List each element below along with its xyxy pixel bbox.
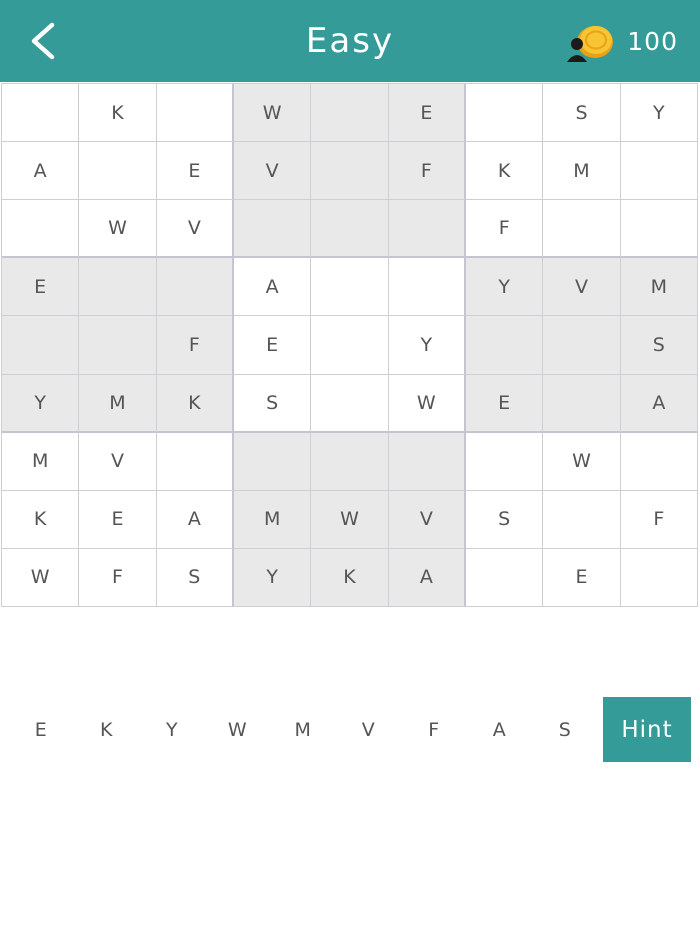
coin-stack-icon	[565, 18, 615, 64]
board-cell[interactable]	[311, 374, 389, 433]
board-cell[interactable]	[311, 200, 389, 259]
board-cell[interactable]: A	[2, 142, 80, 201]
board-cell[interactable]: K	[156, 374, 234, 433]
board-cell[interactable]: E	[234, 316, 312, 375]
board-cell[interactable]	[388, 200, 466, 259]
board-cell[interactable]	[311, 432, 389, 491]
board-cell[interactable]: K	[311, 548, 389, 607]
board-cell[interactable]: E	[388, 84, 466, 143]
board-cell[interactable]: V	[79, 432, 157, 491]
board-cell[interactable]: W	[79, 200, 157, 259]
board-cell[interactable]	[311, 316, 389, 375]
board-cell[interactable]: W	[2, 548, 80, 607]
board-cell[interactable]: E	[466, 374, 544, 433]
board-cell[interactable]: E	[2, 258, 80, 317]
board-cell[interactable]: Y	[234, 548, 312, 607]
board-cell[interactable]	[388, 258, 466, 317]
board-cell[interactable]: K	[466, 142, 544, 201]
board-cell[interactable]	[620, 142, 698, 201]
board-cell[interactable]	[79, 316, 157, 375]
letter-button[interactable]: F	[401, 697, 467, 762]
board-cell[interactable]: F	[466, 200, 544, 259]
hint-button[interactable]: Hint	[603, 697, 691, 762]
board-cell[interactable]	[2, 316, 80, 375]
board-cell[interactable]: V	[388, 490, 466, 549]
board-cell[interactable]	[234, 200, 312, 259]
puzzle-board: KWESYAEVFKMWVFEAYVMFEYSYMKSWEAMVWKEAMWVS…	[1, 83, 698, 607]
board-cell[interactable]	[156, 432, 234, 491]
board-cell[interactable]: S	[620, 316, 698, 375]
board-cell[interactable]	[620, 432, 698, 491]
board-cell[interactable]	[311, 142, 389, 201]
board-cell[interactable]: F	[620, 490, 698, 549]
board-cell[interactable]: Y	[2, 374, 80, 433]
board-cell[interactable]	[234, 432, 312, 491]
board-cell[interactable]	[311, 84, 389, 143]
board-cell[interactable]: A	[388, 548, 466, 607]
board-cell[interactable]	[2, 84, 80, 143]
board-cell[interactable]: V	[543, 258, 621, 317]
board-cell[interactable]	[620, 200, 698, 259]
board-cell[interactable]	[156, 258, 234, 317]
board-cell[interactable]	[156, 84, 234, 143]
board-cell[interactable]: Y	[466, 258, 544, 317]
coin-count: 100	[627, 26, 678, 56]
board-cell[interactable]: S	[543, 84, 621, 143]
board-cell[interactable]: W	[388, 374, 466, 433]
board-cell[interactable]: M	[234, 490, 312, 549]
board-cell[interactable]: W	[543, 432, 621, 491]
board-cell[interactable]: W	[311, 490, 389, 549]
board-cell[interactable]: F	[156, 316, 234, 375]
board-cell[interactable]	[543, 316, 621, 375]
letter-button[interactable]: S	[532, 697, 598, 762]
board-cell[interactable]	[620, 548, 698, 607]
board-cell[interactable]: W	[234, 84, 312, 143]
board-cell[interactable]: M	[79, 374, 157, 433]
board-cell[interactable]	[543, 200, 621, 259]
board-cell[interactable]	[311, 258, 389, 317]
board-cell[interactable]: A	[620, 374, 698, 433]
board-cell[interactable]: S	[156, 548, 234, 607]
board-cell[interactable]: K	[79, 84, 157, 143]
letter-picker: EKYWMVFAS	[8, 697, 598, 762]
board-cell[interactable]: F	[79, 548, 157, 607]
board-cell[interactable]	[543, 374, 621, 433]
board-cell[interactable]	[79, 142, 157, 201]
letter-button[interactable]: Y	[139, 697, 205, 762]
board-cell[interactable]: V	[156, 200, 234, 259]
board-cell[interactable]	[466, 316, 544, 375]
board-cell[interactable]: A	[156, 490, 234, 549]
letter-button[interactable]: M	[270, 697, 336, 762]
board-cell[interactable]: V	[234, 142, 312, 201]
letter-button[interactable]: E	[8, 697, 74, 762]
board-cell[interactable]	[466, 432, 544, 491]
letter-button[interactable]: A	[467, 697, 533, 762]
board-cell[interactable]: F	[388, 142, 466, 201]
board-cell[interactable]: M	[543, 142, 621, 201]
board-cell[interactable]	[79, 258, 157, 317]
board-cell[interactable]	[466, 548, 544, 607]
board-cell[interactable]: E	[156, 142, 234, 201]
letter-button[interactable]: W	[205, 697, 271, 762]
board-cell[interactable]	[388, 432, 466, 491]
board-cell[interactable]: S	[466, 490, 544, 549]
board-cell[interactable]	[543, 490, 621, 549]
letter-button[interactable]: V	[336, 697, 402, 762]
letter-button[interactable]: K	[74, 697, 140, 762]
board-cell[interactable]: Y	[388, 316, 466, 375]
coin-balance: 100	[565, 18, 678, 64]
board-cell[interactable]	[2, 200, 80, 259]
board-cell[interactable]: M	[620, 258, 698, 317]
board-cell[interactable]: S	[234, 374, 312, 433]
board-cell[interactable]: Y	[620, 84, 698, 143]
board-cell[interactable]: E	[543, 548, 621, 607]
top-bar: Easy 100	[0, 0, 700, 82]
board-cell[interactable]: M	[2, 432, 80, 491]
board-cell[interactable]	[466, 84, 544, 143]
board-cell[interactable]: A	[234, 258, 312, 317]
board-cell[interactable]: E	[79, 490, 157, 549]
board-cell[interactable]: K	[2, 490, 80, 549]
